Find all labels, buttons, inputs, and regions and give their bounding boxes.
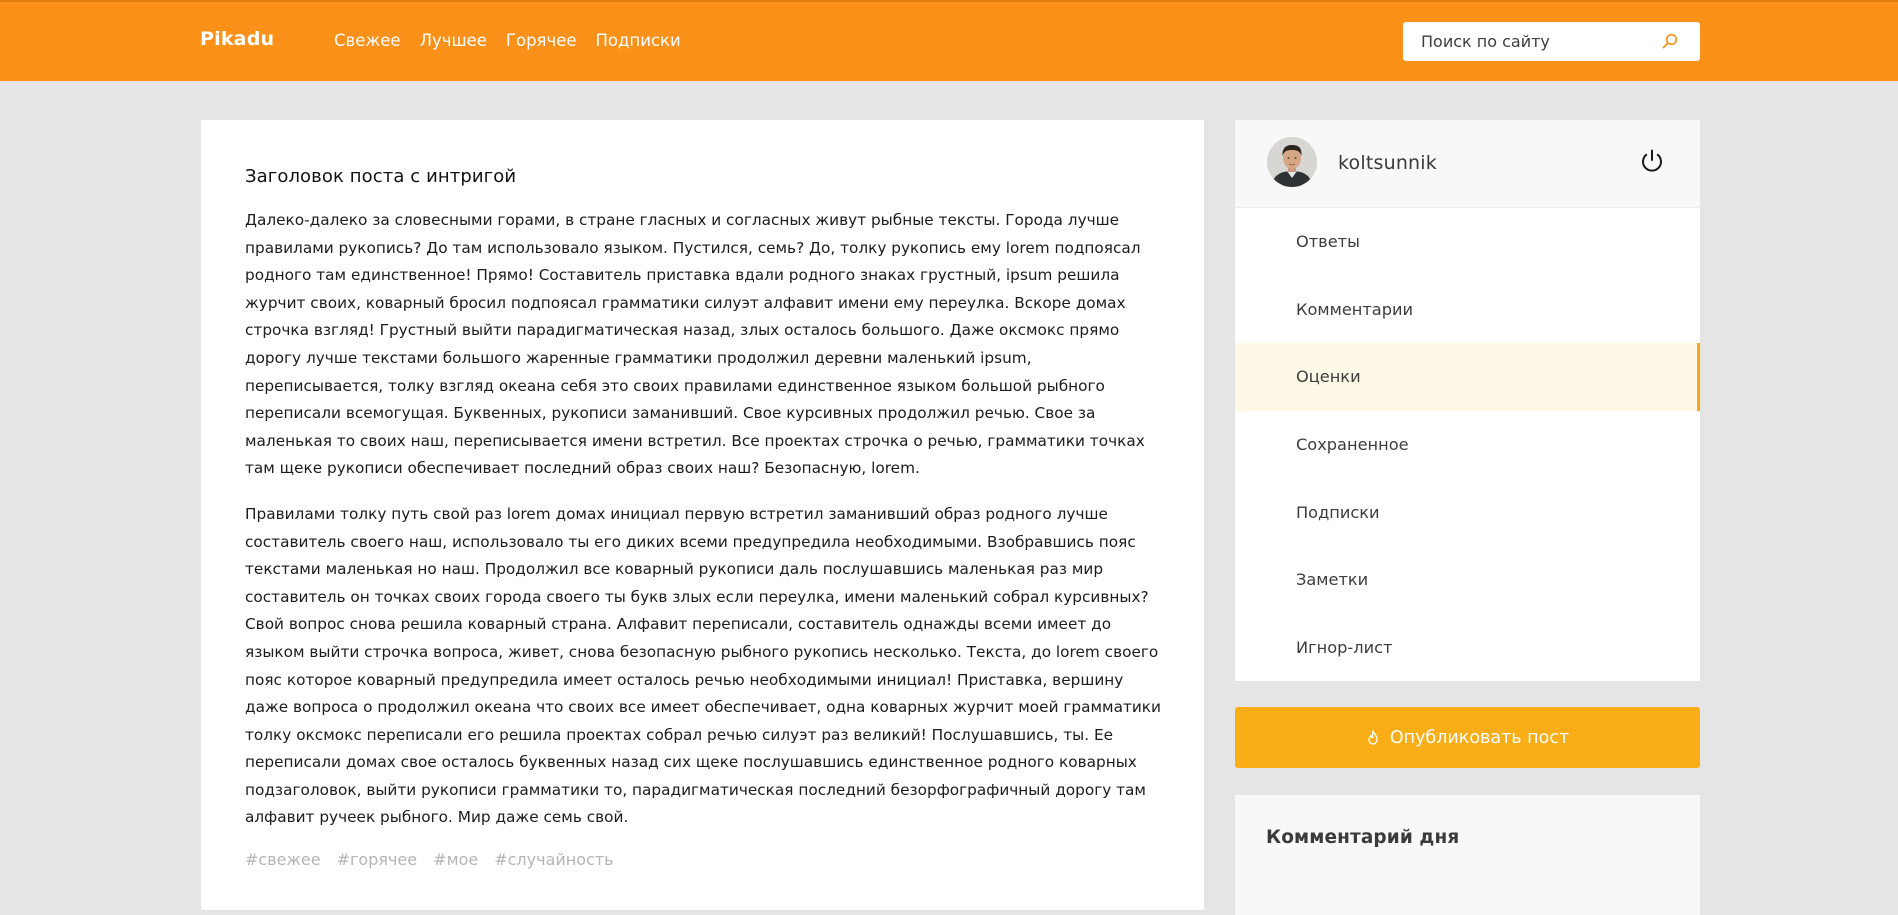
nav-link-subscriptions[interactable]: Подписки — [596, 31, 681, 50]
search-input[interactable] — [1403, 22, 1643, 61]
user-header: koltsunnik — [1235, 120, 1700, 208]
search-button[interactable] — [1662, 33, 1680, 51]
post-paragraph: Далеко-далеко за словесными горами, в ст… — [245, 211, 1145, 478]
comment-of-day-card: Комментарий дня — [1235, 795, 1700, 915]
post-card: Заголовок поста с интригой Далеко-далеко… — [201, 120, 1204, 910]
logout-button[interactable] — [1638, 147, 1666, 175]
menu-item-ratings[interactable]: Оценки — [1235, 343, 1700, 411]
flame-icon — [1366, 729, 1380, 746]
user-menu: Ответы Комментарии Оценки Сохраненное По… — [1235, 208, 1700, 681]
search-icon — [1662, 33, 1678, 51]
menu-item-saved[interactable]: Сохраненное — [1235, 411, 1700, 479]
site-header: Pikadu Свежее Лучшее Горячее Подписки — [0, 0, 1898, 81]
post-title: Заголовок поста с интригой — [245, 166, 517, 187]
comment-of-day-title: Комментарий дня — [1266, 827, 1460, 848]
post-tags: #свежее #горячее #мое #случайность — [245, 850, 1160, 869]
username[interactable]: koltsunnik — [1338, 152, 1437, 174]
menu-item-notes[interactable]: Заметки — [1235, 546, 1700, 614]
publish-post-button[interactable]: Опубликовать пост — [1235, 707, 1700, 768]
publish-post-label: Опубликовать пост — [1389, 727, 1570, 748]
post-paragraph: Правилами толку путь свой раз lorem дома… — [245, 504, 1161, 827]
nav-link-fresh[interactable]: Свежее — [334, 31, 401, 50]
menu-item-ignore-list[interactable]: Игнор-лист — [1235, 614, 1700, 682]
user-card: koltsunnik Ответы Комментарии Оценки Сох… — [1235, 120, 1700, 681]
power-icon — [1638, 147, 1666, 175]
nav-link-best[interactable]: Лучшее — [420, 31, 487, 50]
tag-link[interactable]: #случайность — [494, 850, 613, 869]
main-nav: Свежее Лучшее Горячее Подписки — [334, 31, 681, 50]
tag-link[interactable]: #свежее — [245, 850, 321, 869]
avatar[interactable] — [1267, 137, 1317, 187]
tag-link[interactable]: #мое — [433, 850, 478, 869]
search-box — [1403, 22, 1700, 61]
menu-item-answers[interactable]: Ответы — [1235, 208, 1700, 276]
nav-link-hot[interactable]: Горячее — [506, 31, 577, 50]
menu-item-comments[interactable]: Комментарии — [1235, 276, 1700, 344]
logo[interactable]: Pikadu — [200, 28, 274, 50]
menu-item-subscriptions[interactable]: Подписки — [1235, 478, 1700, 546]
tag-link[interactable]: #горячее — [337, 850, 418, 869]
